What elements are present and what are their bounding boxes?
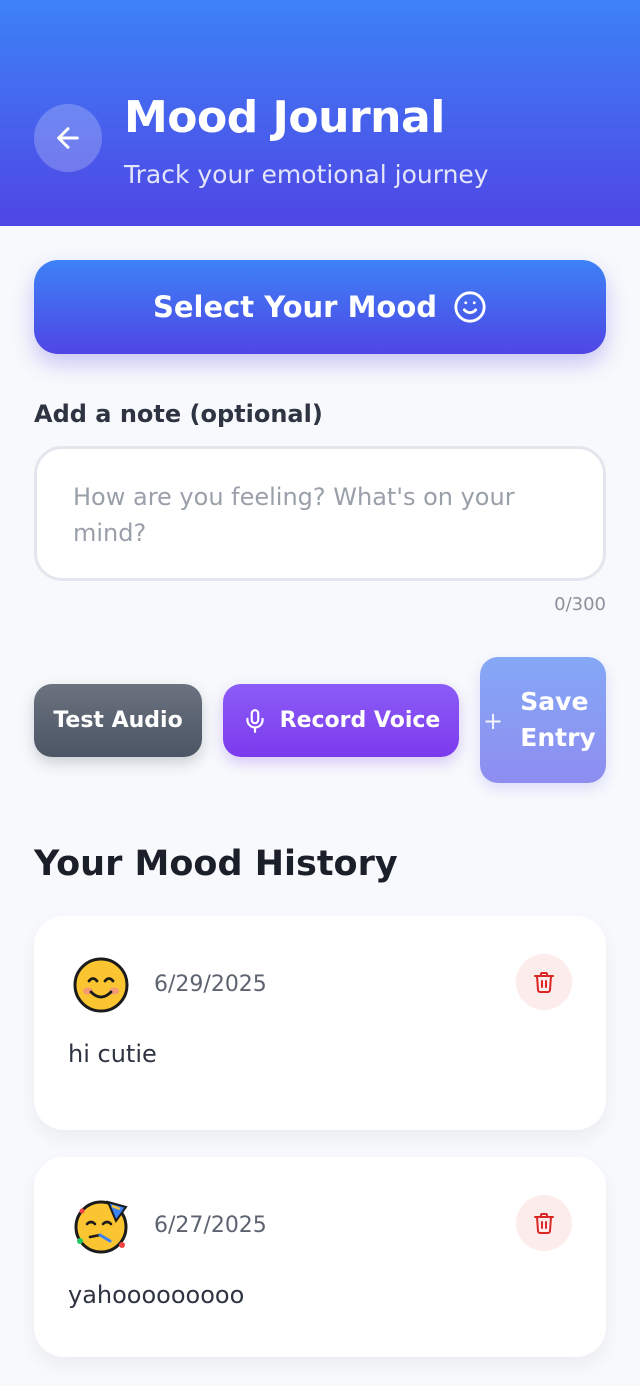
entry-note: yahooooooooo <box>68 1281 245 1309</box>
delete-entry-button[interactable] <box>516 1195 572 1251</box>
select-mood-button[interactable]: Select Your Mood <box>34 260 606 354</box>
app-header: Mood Journal Track your emotional journe… <box>0 0 640 226</box>
note-label: Add a note (optional) <box>34 400 323 428</box>
entry-date: 6/29/2025 <box>154 972 267 997</box>
mood-entry-card: 6/27/2025 yahooooooooo <box>34 1157 606 1357</box>
entry-note: hi cutie <box>68 1040 157 1068</box>
trash-icon <box>534 1213 554 1234</box>
microphone-icon <box>245 708 264 733</box>
select-mood-label: Select Your Mood <box>152 290 438 324</box>
back-button[interactable] <box>34 104 102 172</box>
page-subtitle: Track your emotional journey <box>124 160 489 189</box>
test-audio-button[interactable]: Test Audio <box>34 684 202 757</box>
plus-icon: + <box>483 707 504 735</box>
party-face-icon <box>74 1200 128 1254</box>
note-input[interactable] <box>37 449 603 578</box>
character-counter: 0/300 <box>554 594 606 615</box>
entry-date: 6/27/2025 <box>154 1213 267 1238</box>
test-audio-label: Test Audio <box>53 708 183 733</box>
page-title: Mood Journal <box>124 92 445 143</box>
note-field-container <box>34 446 606 581</box>
record-voice-label: Record Voice <box>279 708 441 733</box>
arrow-left-icon <box>57 127 79 149</box>
trash-icon <box>534 972 554 993</box>
delete-entry-button[interactable] <box>516 954 572 1010</box>
smiling-face-icon <box>73 957 129 1013</box>
record-voice-button[interactable]: Record Voice <box>223 684 459 757</box>
history-title: Your Mood History <box>34 844 398 884</box>
save-entry-label-line2: Entry <box>520 723 596 752</box>
save-entry-button[interactable]: + Save Entry <box>480 657 606 783</box>
smiley-icon <box>454 291 486 323</box>
save-entry-label-line1: Save <box>520 687 589 716</box>
mood-entry-card: 6/29/2025 hi cutie <box>34 916 606 1130</box>
